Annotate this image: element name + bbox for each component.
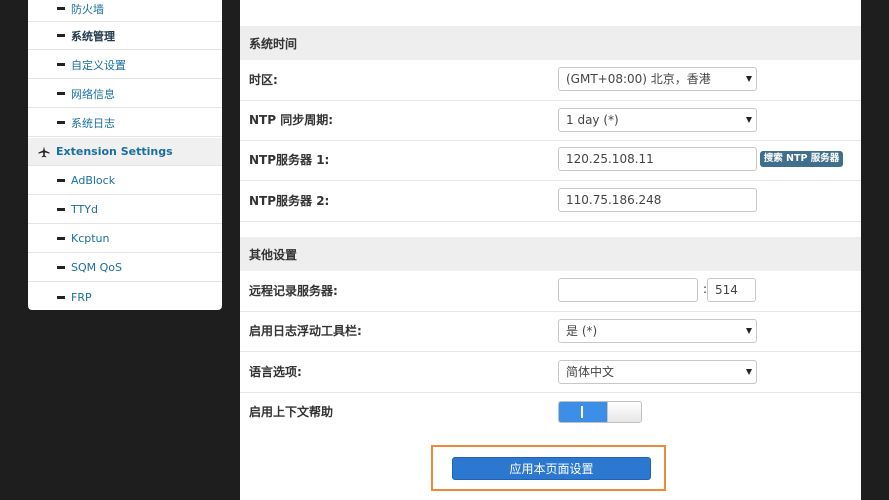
bullet-dash-icon (57, 295, 65, 299)
bullet-dash-icon (57, 121, 65, 124)
remote-log-port-input[interactable]: 514 (707, 278, 756, 302)
sidebar-category-extension-settings[interactable]: Extension Settings (28, 138, 222, 166)
language-row: 语言选项: 简体中文 (240, 352, 861, 393)
timezone-select[interactable]: (GMT+08:00) 北京，香港 (558, 67, 757, 91)
apply-settings-button[interactable]: 应用本页面设置 (452, 457, 651, 480)
toggle-on-indicator-icon (581, 406, 583, 418)
sidebar-item-network-info[interactable]: 网络信息 (28, 80, 222, 108)
bullet-dash-icon (57, 92, 65, 95)
ntp-server2-input[interactable]: 110.75.186.248 (558, 188, 757, 212)
sidebar-item-adblock[interactable]: AdBlock (28, 167, 222, 195)
sidebar-item-system-management[interactable]: 系统管理 (28, 22, 222, 50)
bullet-dash-icon (57, 266, 65, 269)
remote-log-port-value: 514 (715, 283, 738, 297)
remote-log-host-input[interactable] (558, 278, 698, 302)
remote-log-row: 远程记录服务器: : 514 (240, 271, 861, 312)
language-value: 简体中文 (566, 365, 615, 379)
sidebar-item-label: SQM QoS (71, 261, 122, 274)
sidebar-item-system-log[interactable]: 系统日志 (28, 109, 222, 137)
timezone-label: 时区: (249, 73, 278, 87)
ntp-server2-value: 110.75.186.248 (566, 193, 662, 207)
dropdown-caret-icon (746, 369, 752, 375)
context-help-label: 启用上下文帮助 (249, 405, 334, 419)
ntp-server2-row: NTP服务器 2: 110.75.186.248 (240, 181, 861, 222)
toggle-knob (607, 402, 641, 422)
sidebar-item-ttyd[interactable]: TTYd (28, 196, 222, 224)
toggle-on-segment (559, 402, 607, 422)
sidebar-item-kcptun[interactable]: Kcptun (28, 225, 222, 253)
sidebar-category-label: Extension Settings (56, 145, 173, 158)
sidebar-menu: 防火墙 系统管理 自定义设置 网络信息 系统日志 Extension Setti… (28, 0, 222, 310)
sidebar-item-label: TTYd (71, 203, 98, 216)
sidebar-item-sqm-qos[interactable]: SQM QoS (28, 254, 222, 282)
ntp-server1-input[interactable]: 120.25.108.11 (558, 147, 757, 171)
sidebar-item-label: Kcptun (71, 232, 110, 245)
timezone-value: (GMT+08:00) 北京，香港 (566, 72, 711, 86)
previous-section-bottom (240, 0, 861, 27)
bullet-dash-icon (57, 34, 65, 37)
dropdown-caret-icon (746, 328, 752, 334)
ntp-period-value: 1 day (*) (566, 113, 619, 127)
ntp-period-label: NTP 同步周期: (249, 113, 334, 127)
sidebar-item-label: 自定义设置 (71, 58, 126, 72)
bullet-dash-icon (57, 208, 65, 211)
context-help-toggle[interactable] (558, 401, 642, 423)
log-toolbar-row: 启用日志浮动工具栏: 是 (*) (240, 311, 861, 352)
sidebar-item-custom-settings[interactable]: 自定义设置 (28, 51, 222, 79)
bullet-dash-icon (57, 7, 65, 10)
bullet-dash-icon (57, 179, 65, 182)
sidebar-item-label: 网络信息 (71, 87, 115, 101)
search-ntp-server-button[interactable]: 搜索 NTP 服务器 (760, 151, 843, 167)
dropdown-caret-icon (746, 117, 752, 123)
log-toolbar-label: 启用日志浮动工具栏: (249, 324, 362, 338)
log-toolbar-value: 是 (*) (566, 324, 598, 338)
section-heading-other-settings: 其他设置 (240, 237, 861, 271)
airplane-icon (38, 146, 50, 158)
language-select[interactable]: 简体中文 (558, 360, 757, 384)
sidebar-item-label: 防火墙 (71, 2, 104, 16)
ntp-period-select[interactable]: 1 day (*) (558, 108, 757, 132)
dropdown-caret-icon (746, 76, 752, 82)
language-label: 语言选项: (249, 365, 302, 379)
sidebar-item-label: 系统日志 (71, 116, 115, 130)
sidebar-item-label: 系统管理 (71, 29, 115, 43)
apply-highlight-frame: 应用本页面设置 (431, 445, 666, 491)
log-toolbar-select[interactable]: 是 (*) (558, 319, 757, 343)
sidebar-item-label: AdBlock (71, 174, 116, 187)
bullet-dash-icon (57, 237, 65, 240)
ntp-server2-label: NTP服务器 2: (249, 194, 330, 208)
context-help-row: 启用上下文帮助 (240, 392, 861, 432)
ntp-server1-row: NTP服务器 1: 120.25.108.11 搜索 NTP 服务器 (240, 140, 861, 181)
ntp-server1-value: 120.25.108.11 (566, 152, 654, 166)
section-heading-system-time: 系统时间 (240, 26, 861, 60)
sidebar-item-label: FRP (71, 290, 92, 304)
settings-panel: 系统时间 时区: (GMT+08:00) 北京，香港 NTP 同步周期: 1 d… (240, 0, 861, 500)
ntp-server1-label: NTP服务器 1: (249, 153, 330, 167)
ntp-period-row: NTP 同步周期: 1 day (*) (240, 100, 861, 141)
bullet-dash-icon (57, 63, 65, 66)
sidebar-item-firewall[interactable]: 防火墙 (28, 0, 222, 22)
sidebar-item-frp[interactable]: FRP (28, 283, 222, 310)
remote-log-label: 远程记录服务器: (249, 284, 338, 298)
timezone-row: 时区: (GMT+08:00) 北京，香港 (240, 60, 861, 101)
